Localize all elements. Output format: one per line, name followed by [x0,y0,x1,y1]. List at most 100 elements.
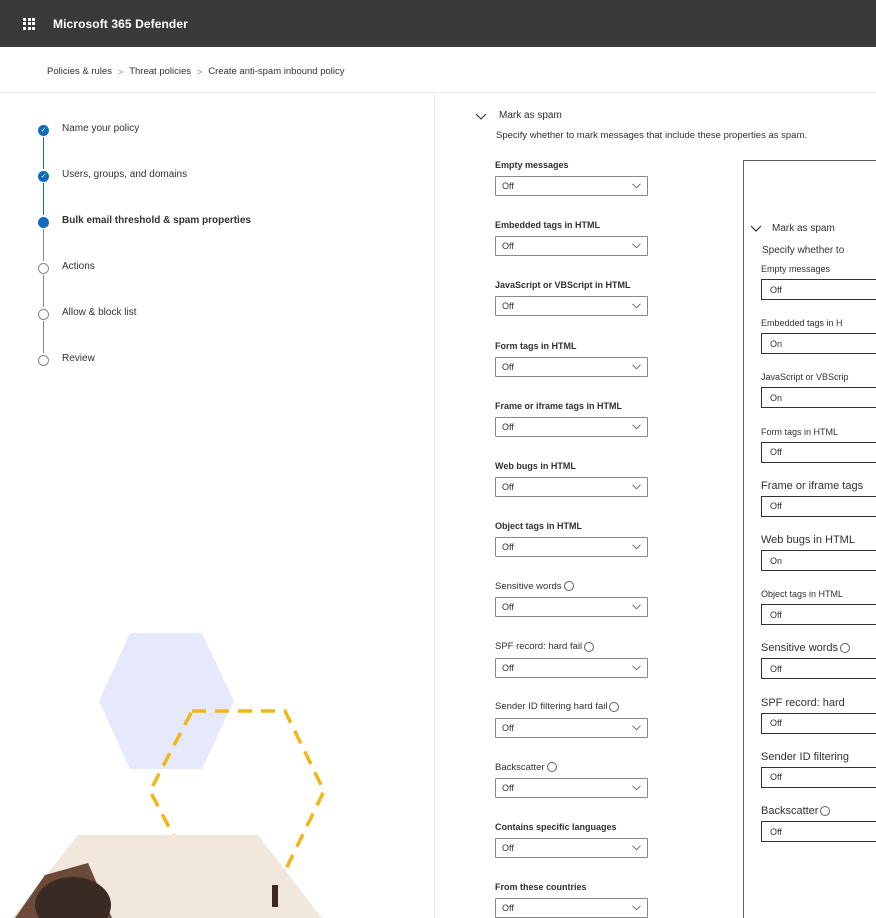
zoomed-field-label-text: Form tags in HTML [761,426,839,437]
zoomed-field: Sender ID filtering Off [761,751,876,788]
chevron-down-icon [632,725,641,731]
field-dropdown[interactable]: Off [495,477,648,497]
dropdown-selected-value: Off [502,301,514,312]
zoomed-field-dropdown[interactable]: Off [761,441,876,463]
step-label: Users, groups, and domains [62,169,188,180]
pending-step-circle-icon [38,263,49,274]
zoomed-field-label: Frame or iframe tags [761,480,876,492]
info-icon[interactable] [820,806,831,816]
field-dropdown[interactable]: Off [495,416,648,437]
app-launcher-icon[interactable] [23,17,35,30]
field-label: Frame or iframe tags in HTML [495,400,655,412]
dropdown-selected-value: Off [502,542,514,553]
field-dropdown[interactable]: Off [495,537,648,558]
section-header[interactable]: Mark as spam [475,110,562,121]
chevron-down-icon [632,484,641,490]
zoomed-section-header[interactable]: Mark as spam [750,223,835,234]
hexagon-filled-decoration [99,633,234,769]
zoomed-field-label: Embedded tags in H [761,317,876,329]
field-label-text: Embedded tags in HTML [495,220,601,231]
zoomed-field-label-text: Backscatter [761,805,819,817]
field-dropdown[interactable]: Off [495,717,648,738]
zoomed-field-dropdown[interactable]: Off [761,821,876,842]
field-dropdown[interactable]: Off [495,356,648,377]
field-dropdown[interactable]: Off [495,597,648,618]
spam-property-field: Form tags in HTML Off [495,340,655,377]
dropdown-selected-value: Off [770,284,782,295]
dropdown-selected-value: Off [502,602,514,613]
step-review[interactable]: Review [38,353,251,399]
wizard-steps: ✓ Name your policy ✓ Users, groups, and … [38,123,251,399]
field-label-text: Object tags in HTML [495,521,583,532]
zoomed-field-label: Web bugs in HTML [761,534,876,546]
zoomed-field-dropdown[interactable]: Off [761,604,876,626]
breadcrumb-item-threat-policies[interactable]: Threat policies [129,66,191,77]
spam-property-field: JavaScript or VBScript in HTML Off [495,279,655,317]
chevron-down-icon[interactable] [750,224,762,233]
dropdown-selected-value: Off [502,361,514,372]
zoomed-field: Object tags in HTML Off [761,588,876,626]
info-icon[interactable] [546,762,557,772]
app-title[interactable]: Microsoft 365 Defender [53,17,188,31]
zoomed-field-dropdown[interactable]: Off [761,658,876,680]
breadcrumb-item-policies[interactable]: Policies & rules [47,66,112,77]
field-label-text: Form tags in HTML [495,340,577,351]
field-dropdown[interactable]: Off [495,236,648,257]
dropdown-selected-value: Off [770,609,782,620]
zoomed-field-label-text: SPF record: hard [761,696,845,709]
step-connector [43,229,45,261]
zoomed-field-dropdown[interactable]: On [761,333,876,355]
step-name-policy[interactable]: ✓ Name your policy [38,123,251,169]
dropdown-selected-value: Off [770,663,782,674]
step-label: Review [62,353,95,364]
info-icon[interactable] [609,701,620,712]
zoomed-field-dropdown[interactable]: Off [761,766,876,788]
chevron-right-icon: > [197,66,203,77]
chevron-down-icon[interactable] [475,111,487,121]
step-allow-block-list[interactable]: Allow & block list [38,307,251,353]
step-users-groups-domains[interactable]: ✓ Users, groups, and domains [38,169,251,215]
spam-property-field: Embedded tags in HTML Off [495,219,655,257]
zoomed-field-dropdown[interactable]: Off [761,712,876,734]
chevron-down-icon [632,303,641,309]
step-actions[interactable]: Actions [38,261,251,307]
dropdown-selected-value: Off [770,826,782,837]
step-connector [43,183,45,215]
zoomed-field-label: SPF record: hard [761,697,876,709]
spam-property-field: Backscatter Off [495,761,655,798]
info-icon[interactable] [584,641,595,652]
field-dropdown[interactable]: Off [495,176,648,196]
chevron-down-icon [632,544,641,550]
spam-property-field: Empty messages Off [495,159,655,196]
pending-step-circle-icon [38,355,49,366]
field-dropdown[interactable]: Off [495,838,648,859]
zoomed-field: Sensitive words Off [761,642,876,680]
zoomed-field-label-text: JavaScript or VBScrip [761,372,849,383]
chevron-down-icon [632,845,641,851]
zoomed-field-dropdown[interactable]: Off [761,279,876,300]
dropdown-selected-value: Off [770,718,782,729]
zoomed-field-dropdown[interactable]: On [761,550,876,571]
info-icon[interactable] [563,581,574,592]
field-dropdown[interactable]: Off [495,657,648,678]
field-label-text: Backscatter [495,761,545,773]
dropdown-selected-value: On [770,555,783,566]
zoomed-field-dropdown[interactable]: Off [761,495,876,517]
zoomed-field-dropdown[interactable]: On [761,387,876,409]
checkmark-icon: ✓ [38,125,49,136]
field-dropdown[interactable]: Off [495,296,648,317]
zoomed-field-label-text: Embedded tags in H [761,318,843,329]
zoomed-section-title: Mark as spam [772,223,835,234]
field-label-text: Contains specific languages [495,822,617,833]
info-icon[interactable] [840,643,851,654]
chevron-down-icon [632,424,641,430]
field-dropdown[interactable]: Off [495,778,648,798]
dropdown-selected-value: On [770,392,783,403]
current-step-dot-icon [38,217,49,228]
spam-property-field: Contains specific languages Off [495,821,655,859]
dropdown-selected-value: Off [770,501,782,512]
field-dropdown[interactable]: Off [495,898,648,918]
step-bulk-email-threshold[interactable]: Bulk email threshold & spam properties [38,215,251,261]
breadcrumb-item-current: Create anti-spam inbound policy [208,66,345,77]
zoomed-field-label: Object tags in HTML [761,588,876,600]
